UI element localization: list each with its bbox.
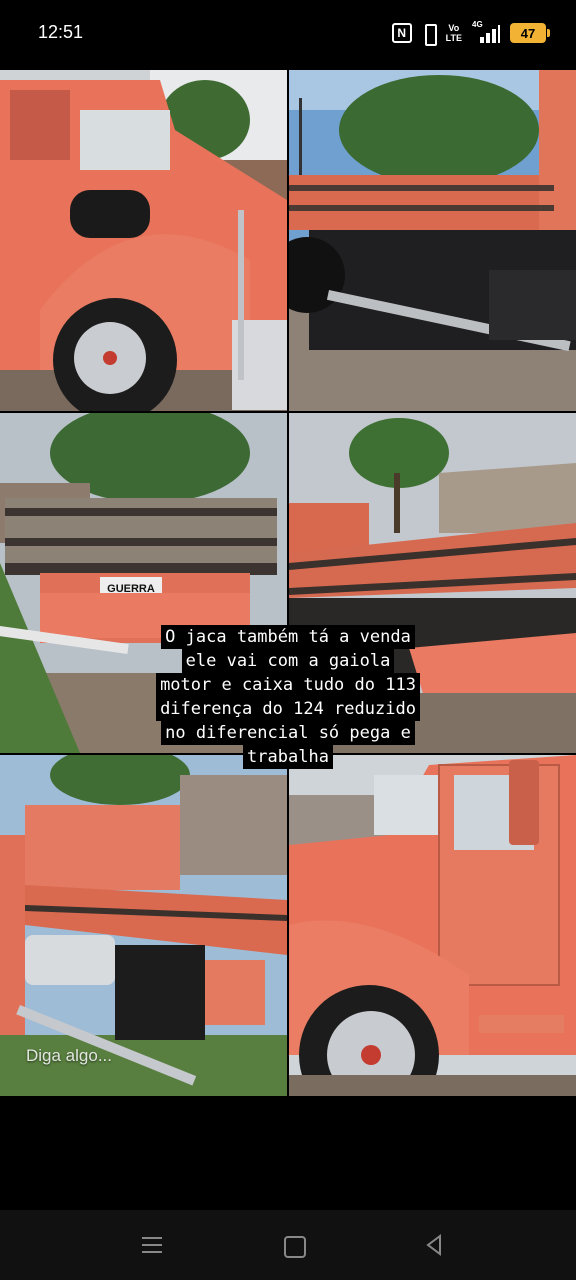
- home-icon[interactable]: [280, 1232, 310, 1258]
- status-time: 12:51: [38, 22, 84, 42]
- caption-line: trabalha: [243, 745, 333, 769]
- story-viewer[interactable]: GUERRA O jaca também tá a venda ele vai …: [0, 70, 576, 1096]
- navigation-bar: [0, 1210, 576, 1280]
- caption-line: motor e caixa tudo do 113: [156, 673, 420, 697]
- caption-line: ele vai com a gaiola: [181, 649, 395, 673]
- caption-line: O jaca também tá a venda: [161, 625, 415, 649]
- caption-line: diferença do 124 reduzido: [156, 697, 420, 721]
- truck-photo-bed-side: [289, 70, 576, 411]
- story-caption: O jaca também tá a venda ele vai com a g…: [0, 625, 576, 769]
- status-bar: 12:51 N Vo LTE 4G 47: [0, 0, 576, 66]
- vibrate-icon: [422, 22, 437, 46]
- caption-line: no diferencial só pega e: [161, 721, 415, 745]
- menu-icon[interactable]: [138, 1232, 168, 1258]
- back-icon[interactable]: [420, 1232, 450, 1258]
- reply-input[interactable]: Diga algo...: [26, 1046, 112, 1066]
- status-icons: N Vo LTE 4G 47: [391, 20, 550, 46]
- truck-photo-cab-front: [0, 70, 287, 411]
- truck-photo-rear-three-quarter: [0, 755, 287, 1096]
- truck-photo-cab-door: [289, 755, 576, 1096]
- signal-4g-icon: 4G: [472, 20, 500, 44]
- nfc-icon: N: [391, 23, 412, 43]
- volte-icon: Vo LTE: [445, 23, 462, 43]
- battery-icon: 47: [510, 23, 550, 43]
